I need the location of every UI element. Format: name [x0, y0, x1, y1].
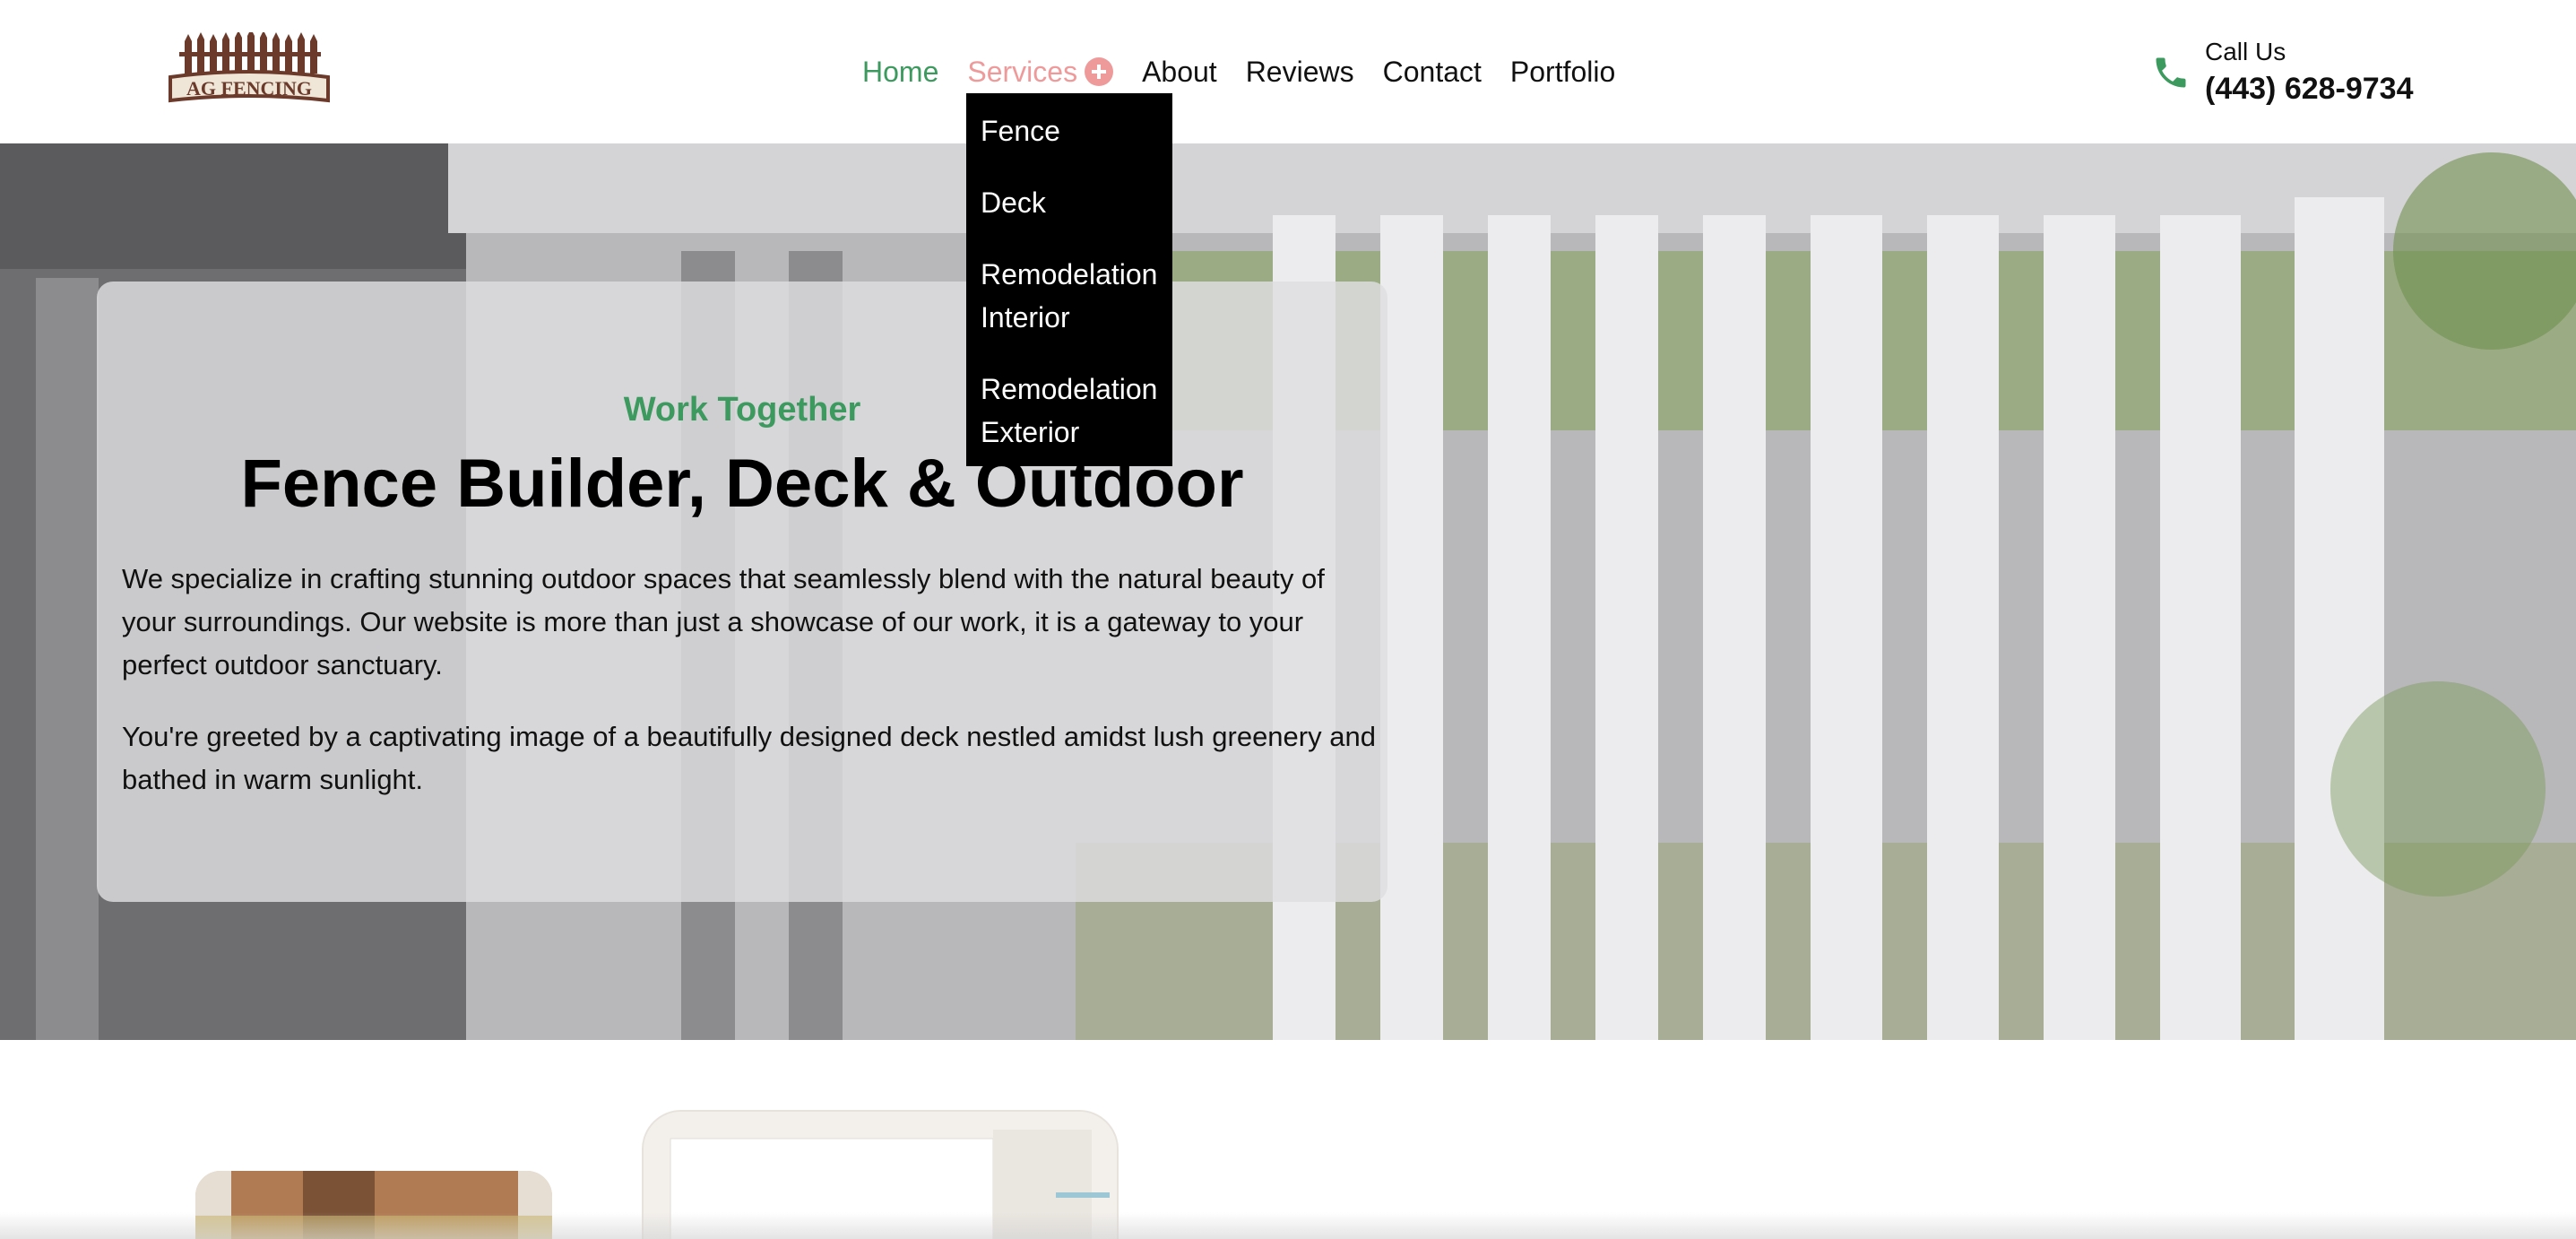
phone-icon	[2156, 57, 2186, 88]
nav-services[interactable]: Services	[967, 50, 1114, 93]
nav-reviews[interactable]: Reviews	[1246, 50, 1354, 93]
call-us-block[interactable]: Call Us (443) 628-9734	[2151, 32, 2414, 113]
nav-home[interactable]: Home	[862, 50, 938, 93]
nav-services-label: Services	[967, 56, 1078, 88]
bottom-shadow	[0, 1212, 2576, 1239]
ag-fencing-logo[interactable]: AG FENCING	[167, 29, 332, 111]
nav-contact[interactable]: Contact	[1383, 50, 1482, 93]
hero-card: Work Together Fence Builder, Deck & Outd…	[97, 282, 1387, 902]
nav-about[interactable]: About	[1142, 50, 1217, 93]
hero-section: Work Together Fence Builder, Deck & Outd…	[0, 143, 2576, 1040]
call-us-label: Call Us	[2205, 38, 2286, 65]
hero-eyebrow: Work Together	[623, 391, 861, 429]
services-dropdown: Fence Deck Remodelation Interior Remodel…	[966, 93, 1172, 466]
hero-paragraph-1: We specialize in crafting stunning outdo…	[122, 563, 1325, 680]
main-nav: Home Services About Reviews Contact Port…	[862, 50, 1644, 93]
logo-text: AG FENCING	[186, 77, 312, 100]
nav-portfolio[interactable]: Portfolio	[1510, 50, 1615, 93]
dropdown-item-remodelation-exterior[interactable]: Remodelation Exterior	[966, 368, 1172, 454]
phone-number[interactable]: (443) 628-9734	[2205, 68, 2414, 109]
dropdown-item-remodelation-interior[interactable]: Remodelation Interior	[966, 253, 1172, 339]
hero-paragraph-2: You're greeted by a captivating image of…	[122, 721, 1376, 795]
hero-title: Fence Builder, Deck & Outdoor	[240, 446, 1244, 522]
plus-icon[interactable]	[1085, 57, 1114, 86]
site-header: AG FENCING Home Services About Reviews C…	[0, 0, 2576, 143]
dropdown-item-fence[interactable]: Fence	[966, 109, 1172, 152]
call-us-text: Call Us (443) 628-9734	[2205, 36, 2414, 109]
dropdown-item-deck[interactable]: Deck	[966, 181, 1172, 224]
